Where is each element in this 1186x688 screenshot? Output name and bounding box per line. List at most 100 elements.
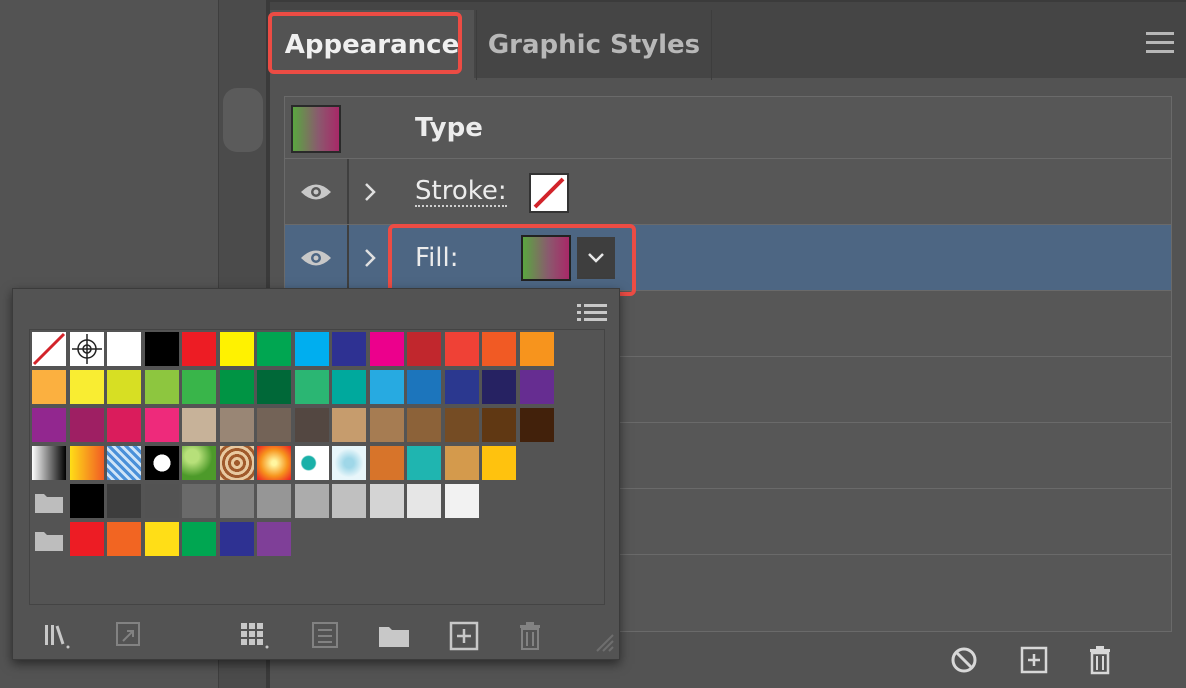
- swatch[interactable]: [520, 408, 554, 442]
- swatch[interactable]: [70, 446, 104, 480]
- swatch[interactable]: [332, 370, 366, 404]
- swatch[interactable]: [220, 332, 254, 366]
- swatch[interactable]: [220, 522, 254, 556]
- swatch[interactable]: [182, 446, 216, 480]
- eye-icon: [299, 181, 333, 203]
- swatch[interactable]: [370, 370, 404, 404]
- swatch[interactable]: [182, 522, 216, 556]
- delete-icon[interactable]: [1084, 644, 1116, 676]
- swatch[interactable]: [182, 332, 216, 366]
- swatch[interactable]: [257, 332, 291, 366]
- swatch[interactable]: [32, 332, 66, 366]
- swatch[interactable]: [145, 446, 179, 480]
- swatch[interactable]: [70, 522, 104, 556]
- swatch[interactable]: [182, 370, 216, 404]
- swatch[interactable]: [295, 484, 329, 518]
- swatch[interactable]: [107, 332, 141, 366]
- chevron-right-icon[interactable]: [363, 225, 377, 290]
- swatches-popup: [12, 288, 620, 660]
- color-group-folder-icon[interactable]: [34, 490, 64, 514]
- tab-graphic-styles[interactable]: Graphic Styles: [476, 10, 712, 80]
- swatch[interactable]: [145, 484, 179, 518]
- swatch[interactable]: [145, 522, 179, 556]
- swatch[interactable]: [332, 408, 366, 442]
- swatch[interactable]: [70, 484, 104, 518]
- swatch[interactable]: [70, 332, 104, 366]
- swatch[interactable]: [370, 484, 404, 518]
- swatch[interactable]: [295, 332, 329, 366]
- color-group-folder-icon[interactable]: [34, 528, 64, 552]
- swatch[interactable]: [107, 446, 141, 480]
- new-color-group-icon[interactable]: [377, 619, 411, 653]
- swatch[interactable]: [482, 332, 516, 366]
- swatch[interactable]: [445, 484, 479, 518]
- clear-appearance-icon[interactable]: [948, 644, 980, 676]
- swatch-options-icon[interactable]: [309, 619, 343, 653]
- swatch[interactable]: [407, 408, 441, 442]
- swatch[interactable]: [220, 446, 254, 480]
- show-swatch-kinds-icon[interactable]: [237, 619, 271, 653]
- type-row[interactable]: Type: [285, 97, 1171, 159]
- swatch[interactable]: [145, 332, 179, 366]
- add-to-library-icon[interactable]: [113, 619, 147, 653]
- swatch-libraries-icon[interactable]: [41, 619, 75, 653]
- scrollbar-thumb[interactable]: [223, 88, 263, 152]
- swatch[interactable]: [32, 446, 66, 480]
- swatch[interactable]: [370, 332, 404, 366]
- swatch[interactable]: [257, 370, 291, 404]
- swatch[interactable]: [257, 408, 291, 442]
- swatch[interactable]: [182, 484, 216, 518]
- swatch[interactable]: [295, 446, 329, 480]
- chevron-right-icon[interactable]: [363, 159, 377, 224]
- swatch[interactable]: [220, 370, 254, 404]
- swatch[interactable]: [220, 408, 254, 442]
- swatch[interactable]: [145, 370, 179, 404]
- swatch[interactable]: [407, 446, 441, 480]
- swatch[interactable]: [145, 408, 179, 442]
- swatch[interactable]: [407, 332, 441, 366]
- swatch[interactable]: [370, 408, 404, 442]
- swatch[interactable]: [407, 370, 441, 404]
- resize-grip-icon[interactable]: [593, 631, 615, 653]
- swatch[interactable]: [32, 408, 66, 442]
- panel-menu-icon[interactable]: [1146, 32, 1174, 54]
- swatch[interactable]: [520, 370, 554, 404]
- swatch[interactable]: [295, 408, 329, 442]
- list-view-icon[interactable]: [577, 303, 607, 323]
- stroke-label[interactable]: Stroke:: [415, 177, 507, 207]
- swatch[interactable]: [332, 446, 366, 480]
- swatch[interactable]: [482, 408, 516, 442]
- swatch[interactable]: [445, 370, 479, 404]
- swatch[interactable]: [332, 332, 366, 366]
- new-swatch-icon[interactable]: [447, 619, 481, 653]
- swatch[interactable]: [257, 446, 291, 480]
- swatch[interactable]: [32, 370, 66, 404]
- type-label: Type: [415, 97, 483, 159]
- swatch[interactable]: [482, 446, 516, 480]
- swatch[interactable]: [182, 408, 216, 442]
- swatch[interactable]: [107, 408, 141, 442]
- swatch[interactable]: [257, 484, 291, 518]
- swatch[interactable]: [107, 522, 141, 556]
- stroke-swatch[interactable]: [529, 173, 569, 213]
- swatch[interactable]: [520, 332, 554, 366]
- swatch[interactable]: [107, 484, 141, 518]
- stroke-row[interactable]: Stroke:: [285, 159, 1171, 225]
- swatch[interactable]: [257, 522, 291, 556]
- swatch[interactable]: [70, 408, 104, 442]
- swatch[interactable]: [445, 332, 479, 366]
- swatch[interactable]: [332, 484, 366, 518]
- delete-swatch-icon[interactable]: [513, 619, 547, 653]
- swatch[interactable]: [482, 370, 516, 404]
- swatch[interactable]: [220, 484, 254, 518]
- swatch[interactable]: [445, 446, 479, 480]
- swatch[interactable]: [445, 408, 479, 442]
- swatch[interactable]: [295, 370, 329, 404]
- duplicate-item-icon[interactable]: [1018, 644, 1050, 676]
- visibility-toggle[interactable]: [285, 225, 349, 290]
- visibility-toggle[interactable]: [285, 159, 349, 224]
- swatch[interactable]: [407, 484, 441, 518]
- swatch[interactable]: [107, 370, 141, 404]
- swatch[interactable]: [370, 446, 404, 480]
- swatch[interactable]: [70, 370, 104, 404]
